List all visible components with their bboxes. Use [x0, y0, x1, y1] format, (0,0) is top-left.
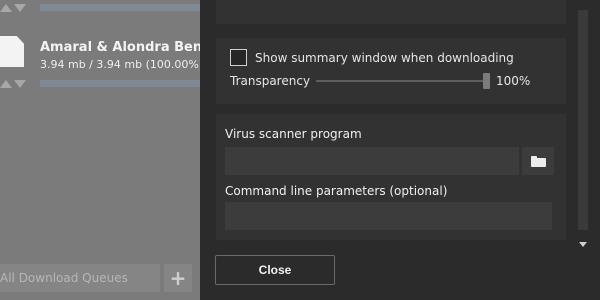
folder-icon: [530, 155, 546, 167]
slider-fill: [316, 80, 483, 82]
virus-scanner-label: Virus scanner program: [225, 127, 362, 141]
add-queue-button[interactable]: +: [164, 264, 192, 292]
arrow-down-icon: [14, 80, 26, 88]
command-line-input[interactable]: [225, 202, 552, 230]
queue-dropdown[interactable]: All Download Queues: [0, 264, 160, 292]
top-progress-bar: [40, 4, 200, 11]
download-size: 3.94 mb / 3.94 mb (100.00%): [40, 58, 200, 71]
settings-dialog: Show summary window when downloading Tra…: [200, 0, 600, 300]
close-button[interactable]: Close: [215, 255, 335, 285]
browse-folder-button[interactable]: [522, 147, 554, 175]
scrollbar[interactable]: [574, 10, 590, 254]
background-download-list: Amaral & Alondra Bentley - 3.94 mb / 3.9…: [0, 0, 200, 300]
command-line-label: Command line parameters (optional): [225, 184, 448, 198]
summary-checkbox-label: Show summary window when downloading: [255, 50, 514, 65]
section-summary: [216, 38, 566, 104]
top-priority-arrows: [0, 4, 26, 12]
slider-thumb[interactable]: [483, 73, 490, 89]
scroll-down-icon[interactable]: [579, 242, 587, 247]
download-progress-bar: [40, 80, 200, 87]
summary-checkbox-row[interactable]: Show summary window when downloading: [230, 49, 514, 66]
virus-scanner-input[interactable]: [225, 147, 519, 175]
transparency-value: 100%: [496, 74, 531, 88]
transparency-slider[interactable]: [316, 73, 492, 89]
section-previous: [216, 0, 566, 24]
transparency-label: Transparency: [230, 74, 311, 88]
download-title: Amaral & Alondra Bentley -: [40, 40, 200, 55]
summary-checkbox[interactable]: [230, 49, 247, 66]
arrow-down-icon: [14, 4, 26, 12]
arrow-up-icon: [0, 4, 12, 12]
arrow-up-icon: [0, 80, 12, 88]
priority-arrows: [0, 80, 26, 88]
file-icon: [0, 36, 24, 67]
scroll-thumb[interactable]: [578, 10, 588, 230]
